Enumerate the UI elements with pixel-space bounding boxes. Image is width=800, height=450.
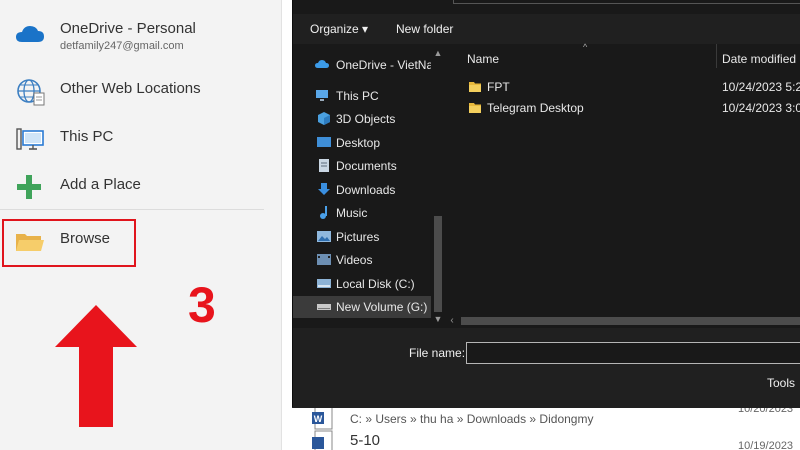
up-arrow-icon [55,305,137,427]
nav-item-new-volume-g[interactable]: New Volume (G:) [293,296,431,318]
file-row-fpt[interactable]: FPT 10/24/2023 5:26 [445,76,800,98]
folder-icon [469,103,481,113]
drive-icon [317,304,331,310]
location-this-pc[interactable]: This PC [0,118,282,158]
new-folder-button[interactable]: New folder [396,22,453,36]
nav-item-this-pc[interactable]: This PC [293,85,431,107]
open-file-dialog: Organize ▾ New folder OneDrive - VietNam… [292,0,800,408]
word-document-icon: W [312,405,333,430]
hscroll-thumb[interactable] [461,317,800,325]
column-header-row: ^ Name Date modified [445,42,800,72]
file-list-hscrollbar[interactable]: ‹ [445,314,800,328]
computer-icon [16,128,44,150]
nav-item-onedrive[interactable]: OneDrive - VietNam [293,54,443,76]
file-row-telegram-desktop[interactable]: Telegram Desktop 10/24/2023 3:06 [445,97,800,119]
dialog-toolbar: Organize ▾ New folder [293,14,800,44]
column-separator[interactable] [716,44,717,68]
nav-item-3d-objects[interactable]: 3D Objects [293,108,431,130]
file-name-label: File name: [409,346,466,360]
nav-item-desktop[interactable]: Desktop [293,132,431,154]
organize-button[interactable]: Organize ▾ [310,22,368,36]
column-header-name[interactable]: Name [467,52,499,66]
navigation-pane: OneDrive - VietNam This PC 3D Objects De… [293,44,445,328]
onedrive-account: detfamily247@gmail.com [60,40,184,52]
onedrive-title: OneDrive - Personal [60,20,196,37]
this-pc-title: This PC [60,128,114,145]
globe-icon [17,79,45,106]
music-icon [320,206,327,219]
desktop-icon [317,137,331,147]
dialog-bottom-bar: File name: Tools [293,328,800,408]
nav-scrollbar[interactable]: ▲ ▼ [431,44,445,328]
cloud-icon [315,60,329,68]
word-document-icon [312,430,333,450]
nav-item-documents[interactable]: Documents [293,155,431,177]
step-number: 3 [188,277,216,333]
address-bar[interactable] [453,0,800,4]
nav-item-downloads[interactable]: Downloads [293,179,431,201]
folder-icon [469,82,481,92]
other-web-title: Other Web Locations [60,80,201,97]
scroll-left-icon[interactable]: ‹ [445,315,459,327]
recent-file-title: 5-10 [350,432,381,449]
drive-icon [317,279,331,288]
locations-divider [0,209,264,210]
cube-icon [318,112,330,125]
browse-highlight-box [2,219,136,267]
download-icon [318,183,330,195]
column-header-date-modified[interactable]: Date modified [722,52,796,66]
scroll-up-icon[interactable]: ▲ [433,48,443,58]
open-locations-pane: OneDrive - Personal detfamily247@gmail.c… [0,0,282,450]
nav-item-pictures[interactable]: Pictures [293,226,431,248]
location-other-web[interactable]: Other Web Locations [0,70,282,110]
sort-ascending-icon: ^ [583,42,588,52]
tools-button[interactable]: Tools [767,376,795,390]
svg-text:W: W [314,414,323,424]
documents-icon [319,159,329,172]
plus-icon [17,175,41,199]
recent-file-path: C: » Users » thu ha » Downloads » Didong… [350,412,594,426]
file-name-input[interactable] [466,342,800,364]
file-list-pane: ^ Name Date modified FPT 10/24/2023 5:26… [445,42,800,328]
videos-icon [317,254,331,265]
recent-file-date: 10/19/2023 [738,440,794,450]
pictures-icon [317,231,331,242]
nav-item-music[interactable]: Music [293,202,431,224]
scroll-down-icon[interactable]: ▼ [433,314,443,324]
computer-icon [316,90,328,101]
add-place-title: Add a Place [60,176,141,193]
nav-item-videos[interactable]: Videos [293,249,431,271]
location-add-place[interactable]: Add a Place [0,166,282,206]
location-onedrive-personal[interactable]: OneDrive - Personal detfamily247@gmail.c… [0,14,282,60]
nav-scroll-thumb[interactable] [434,216,442,312]
onedrive-cloud-icon [16,26,44,42]
nav-item-local-disk-c[interactable]: Local Disk (C:) [293,273,431,295]
